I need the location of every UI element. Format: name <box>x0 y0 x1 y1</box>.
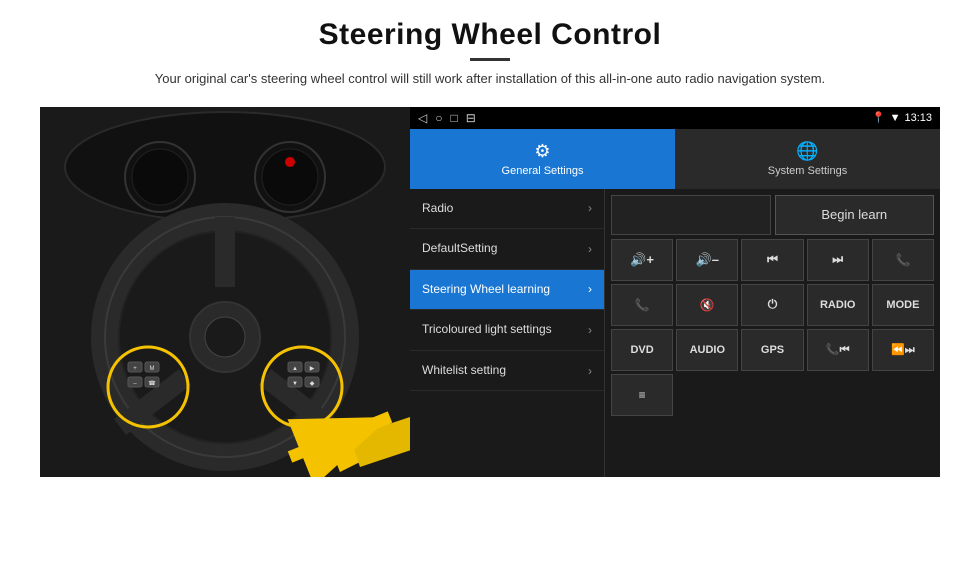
vol-up-button[interactable]: 🔊+ <box>611 239 673 281</box>
page-subtitle: Your original car's steering wheel contr… <box>155 69 825 89</box>
back-icon[interactable]: ◁ <box>418 111 427 125</box>
mute-button[interactable]: 🔇 <box>676 284 738 326</box>
menu-tricoloured-label: Tricoloured light settings <box>422 322 552 338</box>
settings-gear-icon: ⚙ <box>534 141 550 162</box>
tab-system-label: System Settings <box>768 165 847 177</box>
ctrl-row-4: ≡ <box>611 374 934 416</box>
phone-icon: 📞 <box>895 253 910 267</box>
menu-item-tricoloured[interactable]: Tricoloured light settings › <box>410 310 604 351</box>
radio-button[interactable]: RADIO <box>807 284 869 326</box>
tab-system-settings[interactable]: 🌐 System Settings <box>675 129 940 189</box>
dvd-label: DVD <box>630 344 653 356</box>
recents-icon[interactable]: □ <box>450 111 457 125</box>
location-icon: 📍 <box>872 111 886 124</box>
home-icon[interactable]: ○ <box>435 111 442 125</box>
menu-whitelist-label: Whitelist setting <box>422 363 506 379</box>
title-section: Steering Wheel Control Your original car… <box>155 18 825 89</box>
chevron-right-icon: › <box>588 242 592 256</box>
svg-text:▼: ▼ <box>292 381 298 387</box>
menu-item-default-setting[interactable]: DefaultSetting › <box>410 229 604 270</box>
answer-call-button[interactable]: 📞 <box>611 284 673 326</box>
answer-icon: 📞 <box>635 298 650 312</box>
svg-text:◆: ◆ <box>310 381 315 387</box>
control-panel: Begin learn 🔊+ 🔊– <box>605 189 940 477</box>
next-icon: ⏭ <box>832 252 843 267</box>
audio-button[interactable]: AUDIO <box>676 329 738 371</box>
controls-grid: 🔊+ 🔊– ⏮ ⏭ 📞 <box>611 239 934 471</box>
seek-button[interactable]: ⏪⏭ <box>872 329 934 371</box>
phone-button[interactable]: 📞 <box>872 239 934 281</box>
menu-radio-label: Radio <box>422 201 453 217</box>
begin-learn-button[interactable]: Begin learn <box>775 195 935 235</box>
gps-label: GPS <box>761 344 784 356</box>
content-area: + M – ☎ ▲ ▶ ▼ ◆ <box>40 107 940 477</box>
globe-icon: 🌐 <box>796 141 818 162</box>
vol-up-icon: 🔊+ <box>630 252 654 268</box>
menu-list: Radio › DefaultSetting › Steering Wheel … <box>410 189 605 477</box>
svg-text:▲: ▲ <box>292 366 298 372</box>
extra-button[interactable]: ≡ <box>611 374 673 416</box>
gps-button[interactable]: GPS <box>741 329 803 371</box>
mode-button[interactable]: MODE <box>872 284 934 326</box>
audio-label: AUDIO <box>690 344 725 356</box>
prev-track-button[interactable]: ⏮ <box>741 239 803 281</box>
menu-icon[interactable]: ⊟ <box>466 111 476 125</box>
phone-prev-button[interactable]: 📞⏮ <box>807 329 869 371</box>
steering-wheel-panel: + M – ☎ ▲ ▶ ▼ ◆ <box>40 107 410 477</box>
svg-text:▶: ▶ <box>310 366 315 372</box>
mute-icon: 🔇 <box>700 298 715 312</box>
menu-item-whitelist[interactable]: Whitelist setting › <box>410 351 604 392</box>
status-bar: ◁ ○ □ ⊟ 📍 ▼ 13:13 <box>410 107 940 129</box>
ctrl-row-2: 📞 🔇 ⏻ RADIO MO <box>611 284 934 326</box>
title-divider <box>470 58 510 61</box>
tabs-bar: ⚙ General Settings 🌐 System Settings <box>410 129 940 189</box>
ctrl-row-1: 🔊+ 🔊– ⏮ ⏭ 📞 <box>611 239 934 281</box>
power-icon: ⏻ <box>768 297 778 312</box>
chevron-right-icon: › <box>588 364 592 378</box>
menu-default-label: DefaultSetting <box>422 241 497 257</box>
top-row: Begin learn <box>611 195 934 235</box>
tab-general-label: General Settings <box>502 165 584 177</box>
mode-label: MODE <box>886 299 919 311</box>
list-icon: ≡ <box>639 388 646 402</box>
clock: 13:13 <box>904 112 932 124</box>
next-track-button[interactable]: ⏭ <box>807 239 869 281</box>
status-indicators: 📍 ▼ 13:13 <box>872 111 932 124</box>
android-ui-panel: ◁ ○ □ ⊟ 📍 ▼ 13:13 ⚙ General Settings <box>410 107 940 477</box>
page-title: Steering Wheel Control <box>155 18 825 52</box>
menu-item-radio[interactable]: Radio › <box>410 189 604 230</box>
chevron-right-icon: › <box>588 201 592 215</box>
chevron-right-icon: › <box>588 282 592 296</box>
page-container: Steering Wheel Control Your original car… <box>0 0 980 564</box>
power-button[interactable]: ⏻ <box>741 284 803 326</box>
wifi-icon: ▼ <box>890 112 901 124</box>
menu-item-steering-wheel[interactable]: Steering Wheel learning › <box>410 270 604 311</box>
seek-icon: ⏪⏭ <box>891 343 915 357</box>
svg-text:+: + <box>133 366 137 372</box>
tab-general-settings[interactable]: ⚙ General Settings <box>410 129 675 189</box>
nav-icons: ◁ ○ □ ⊟ <box>418 111 476 125</box>
dvd-button[interactable]: DVD <box>611 329 673 371</box>
chevron-right-icon: › <box>588 323 592 337</box>
phone-prev-icon: 📞⏮ <box>826 343 850 357</box>
empty-input-box <box>611 195 771 235</box>
ctrl-row-3: DVD AUDIO GPS 📞⏮ <box>611 329 934 371</box>
vol-down-button[interactable]: 🔊– <box>676 239 738 281</box>
radio-label: RADIO <box>820 299 855 311</box>
prev-icon: ⏮ <box>767 252 778 267</box>
menu-area: Radio › DefaultSetting › Steering Wheel … <box>410 189 940 477</box>
menu-steering-label: Steering Wheel learning <box>422 282 550 298</box>
steering-wheel-bg: + M – ☎ ▲ ▶ ▼ ◆ <box>40 107 410 477</box>
svg-text:M: M <box>150 366 155 372</box>
svg-text:☎: ☎ <box>148 380 156 387</box>
vol-down-icon: 🔊– <box>696 252 719 268</box>
